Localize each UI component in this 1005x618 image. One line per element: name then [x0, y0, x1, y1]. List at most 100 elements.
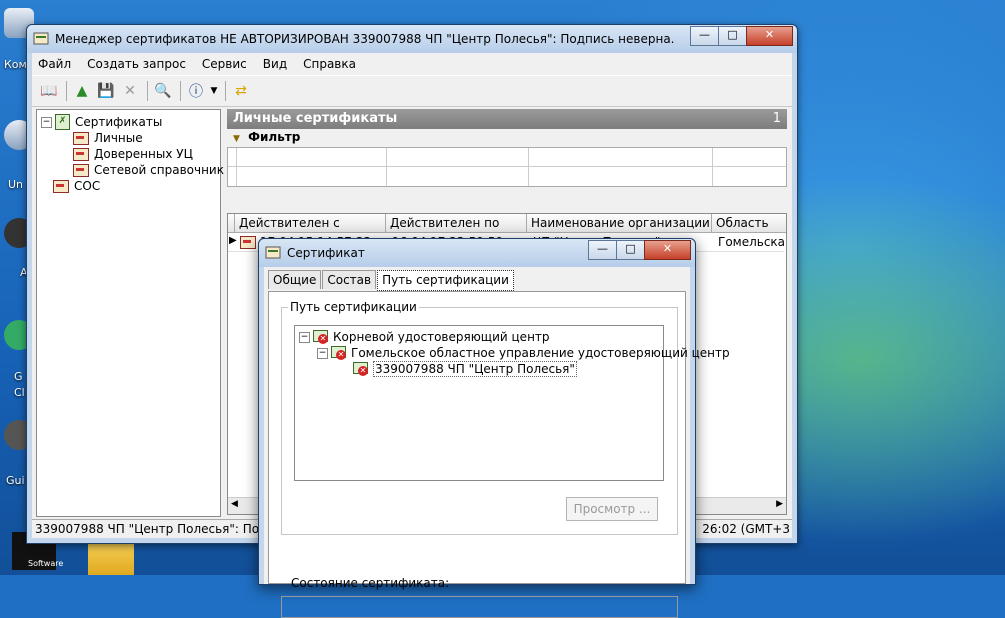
- delete-icon[interactable]: ✕: [119, 80, 141, 102]
- column-valid-to[interactable]: Действителен по: [386, 214, 527, 233]
- main-titlebar[interactable]: Менеджер сертификатов НЕ АВТОРИЗИРОВАН 3…: [27, 25, 797, 53]
- maximize-button[interactable]: □: [718, 26, 747, 46]
- invalid-certificate-icon: ✕: [331, 346, 347, 360]
- certificate-icon: [265, 246, 281, 259]
- desktop-label-6: Gui: [6, 474, 25, 487]
- caption-buttons: — □ ✕: [690, 26, 793, 46]
- collapse-icon[interactable]: −: [41, 116, 52, 128]
- app-icon: [33, 32, 49, 45]
- menu-file[interactable]: Файл: [38, 57, 71, 71]
- desktop-label-2: Un: [8, 178, 24, 191]
- invalid-certificate-icon: ✕: [313, 330, 329, 344]
- certificate-state-box: [281, 596, 678, 618]
- toolbar-separator: [66, 81, 67, 101]
- filter-header[interactable]: ▼ Фильтр: [227, 129, 787, 145]
- certification-path-tree[interactable]: − ✕ Корневой удостоверяющий центр − ✕ Го…: [294, 325, 730, 481]
- certificates-folder-icon: ✗: [55, 114, 70, 130]
- chevron-down-icon[interactable]: ▼: [209, 80, 219, 102]
- toolbar: 📖 ▲ 💾 ✕ 🔍 ⓘ ▼ ⇄: [32, 75, 792, 107]
- cell-region: Гомельская: [718, 235, 786, 249]
- menu-view[interactable]: Вид: [263, 57, 287, 71]
- tab-general[interactable]: Общие: [268, 270, 322, 289]
- section-count: 1: [772, 111, 781, 126]
- dialog-title: Сертификат: [287, 246, 365, 260]
- desktop-label-1: Ком: [4, 58, 27, 71]
- menu-service[interactable]: Сервис: [202, 57, 247, 71]
- invalid-certificate-icon: ✕: [353, 362, 369, 376]
- path-item-root-ca[interactable]: − ✕ Корневой удостоверяющий центр: [299, 329, 550, 345]
- minimize-button[interactable]: —: [690, 26, 719, 46]
- tree-label-network-directory: Сетевой справочник: [94, 163, 224, 177]
- tab-certification-path[interactable]: Путь сертификации: [377, 270, 514, 291]
- toolbar-separator: [225, 81, 226, 101]
- tree-item-sos[interactable]: СОС: [53, 178, 100, 194]
- tree-item-certificates[interactable]: − ✗ Сертификаты: [41, 114, 162, 130]
- filter-grid[interactable]: [227, 147, 787, 187]
- chevron-down-icon: ▼: [233, 134, 240, 144]
- certificate-dialog: Сертификат — □ ✕ Общие Состав Путь серти…: [258, 238, 730, 618]
- certificate-icon: [73, 131, 89, 145]
- column-organization[interactable]: Наименование организации: [527, 214, 712, 233]
- view-button[interactable]: Просмотр ...: [566, 497, 658, 521]
- column-valid-from[interactable]: Действителен с: [235, 214, 386, 233]
- info-icon[interactable]: ⓘ: [185, 80, 207, 102]
- filter-grid-line: [386, 148, 387, 186]
- main-window-title: Менеджер сертификатов НЕ АВТОРИЗИРОВАН 3…: [55, 32, 675, 46]
- path-label-regional-ca: Гомельское областное управление удостове…: [351, 346, 730, 360]
- dialog-minimize-button[interactable]: —: [588, 240, 617, 260]
- menubar: Файл Создать запрос Сервис Вид Справка: [32, 53, 792, 75]
- row-pointer-icon: ▶: [229, 235, 237, 246]
- tab-body: Путь сертификации − ✕ Корневой удостовер…: [268, 291, 730, 618]
- filter-grid-line: [228, 166, 786, 167]
- dialog-close-button[interactable]: ✕: [644, 240, 691, 260]
- tree-item-network-directory[interactable]: Сетевой справочник: [73, 162, 224, 178]
- certificate-icon: [73, 147, 89, 161]
- certificate-state-label: Состояние сертификата:: [291, 576, 450, 590]
- tree-label-sos: СОС: [74, 179, 101, 193]
- path-label-root-ca: Корневой удостоверяющий центр: [333, 330, 550, 344]
- scroll-left-icon[interactable]: ◀: [231, 499, 238, 509]
- dialog-titlebar[interactable]: Сертификат — □ ✕: [259, 239, 695, 267]
- group-title: Путь сертификации: [288, 300, 419, 314]
- import-icon[interactable]: ▲: [71, 80, 93, 102]
- save-icon[interactable]: 💾: [95, 80, 117, 102]
- tree-label-certificates: Сертификаты: [75, 115, 163, 129]
- close-button[interactable]: ✕: [746, 26, 793, 46]
- tree-item-trusted-ca[interactable]: Доверенных УЦ: [73, 146, 193, 162]
- collapse-icon[interactable]: −: [317, 347, 328, 359]
- column-region[interactable]: Область: [712, 214, 786, 233]
- certificate-tree[interactable]: − ✗ Сертификаты Личные Доверенных УЦ Сет…: [36, 109, 224, 517]
- tree-item-personal[interactable]: Личные: [73, 130, 143, 146]
- certificate-icon: [240, 236, 256, 249]
- scroll-right-icon[interactable]: ▶: [776, 499, 783, 509]
- refresh-icon[interactable]: ⇄: [230, 80, 252, 102]
- open-book-icon[interactable]: 📖: [38, 80, 60, 102]
- section-header: Личные сертификаты 1: [227, 109, 787, 129]
- row-header-corner: [228, 214, 235, 233]
- toolbar-separator: [147, 81, 148, 101]
- tab-contents[interactable]: Состав: [322, 270, 377, 289]
- path-label-user-cert: 339007988 ЧП "Центр Полесья": [373, 361, 577, 377]
- dialog-tabs: Общие Состав Путь сертификации: [268, 270, 515, 291]
- tree-label-personal: Личные: [94, 131, 143, 145]
- filter-label: Фильтр: [248, 130, 301, 144]
- certificate-icon: [53, 179, 69, 193]
- tree-label-trusted-ca: Доверенных УЦ: [94, 147, 193, 161]
- preview-icon[interactable]: 🔍: [152, 80, 174, 102]
- desktop-label-5: Cl: [14, 386, 25, 399]
- desktop-label-4: G: [14, 370, 23, 383]
- section-title: Личные сертификаты: [233, 111, 398, 126]
- dialog-caption-buttons: — □ ✕: [588, 240, 691, 260]
- filter-grid-line: [712, 148, 713, 186]
- certification-path-group: Путь сертификации − ✕ Корневой удостовер…: [281, 300, 730, 535]
- collapse-icon[interactable]: −: [299, 331, 310, 343]
- folder-shortcut-icon[interactable]: [88, 540, 134, 575]
- dialog-maximize-button[interactable]: □: [616, 240, 645, 260]
- path-item-regional-ca[interactable]: − ✕ Гомельское областное управление удос…: [317, 345, 730, 361]
- software-label: Software: [28, 559, 64, 568]
- toolbar-separator: [180, 81, 181, 101]
- menu-create-request[interactable]: Создать запрос: [87, 57, 186, 71]
- path-item-user-cert[interactable]: ✕ 339007988 ЧП "Центр Полесья": [353, 361, 577, 377]
- menu-help[interactable]: Справка: [303, 57, 356, 71]
- filter-grid-line: [528, 148, 529, 186]
